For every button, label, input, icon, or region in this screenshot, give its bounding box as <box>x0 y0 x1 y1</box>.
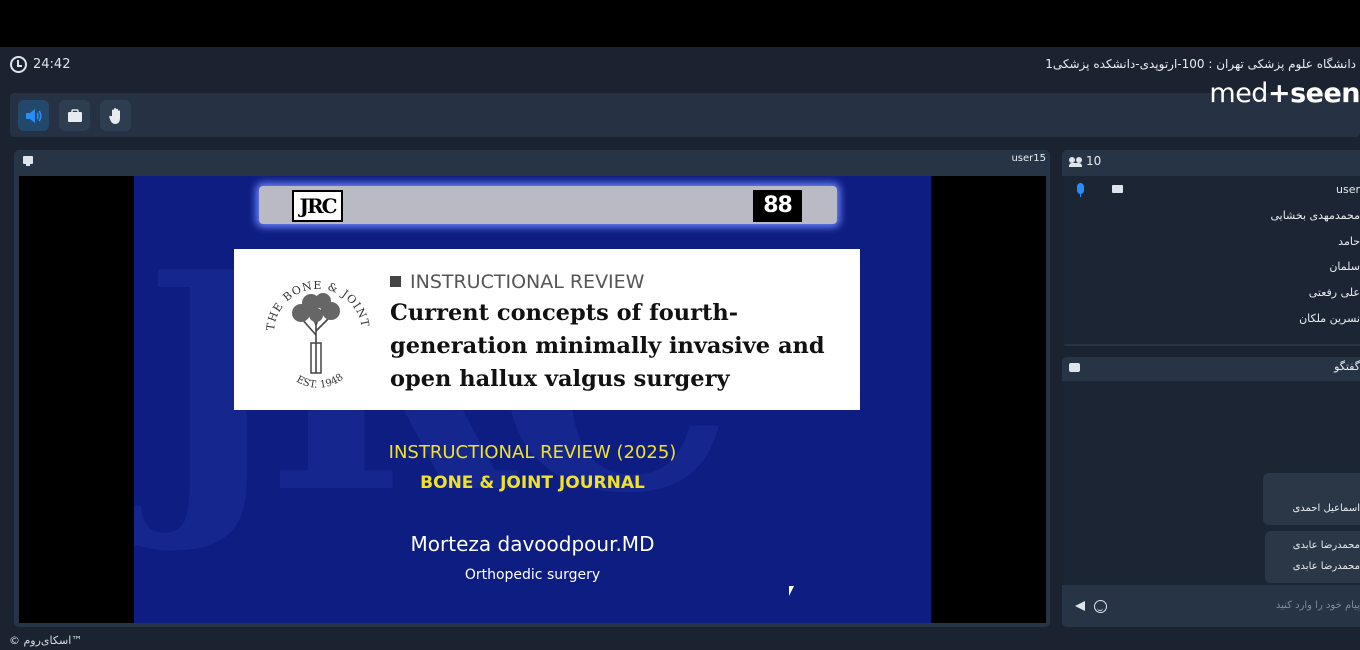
users-panel: 10 user محمدمهدی بخشایی حامد سلمان علی ر… <box>1062 150 1360 346</box>
chat-input[interactable]: پیام خود را وارد کنید <box>1276 600 1360 611</box>
brand-text-a: med <box>1209 78 1268 109</box>
chat-icon <box>1069 363 1080 372</box>
user-name: حامد <box>1338 235 1360 248</box>
screen-share-icon <box>67 108 82 122</box>
user-row[interactable]: علی رفعتی <box>1062 281 1360 305</box>
toolbar <box>10 93 1360 137</box>
video-panel-header: user15 <box>14 150 1050 170</box>
brand-plus-icon: + <box>1267 78 1291 109</box>
user-name: محمدمهدی بخشایی <box>1270 209 1360 222</box>
chat-panel: گفتگو اسماعیل احمدی محمدرضا عابدی محمدرض… <box>1062 357 1360 627</box>
app-root: 24:42 دانشگاه علوم پزشکی تهران : 100-ارت… <box>0 0 1360 650</box>
session-timer: 24:42 <box>10 56 70 73</box>
chat-title: گفتگو <box>1334 360 1360 373</box>
clock-icon <box>10 56 27 73</box>
users-panel-header: 10 <box>1062 150 1360 174</box>
user-row[interactable]: حامد <box>1062 230 1360 254</box>
medseen-logo: med+seen <box>1209 74 1360 114</box>
chat-input-bar: پیام خود را وارد کنید <box>1062 590 1360 624</box>
user-name: user <box>1336 183 1360 196</box>
review-label-text: INSTRUCTIONAL REVIEW <box>410 271 645 293</box>
users-count: 10 <box>1086 154 1102 168</box>
user-row[interactable]: user <box>1062 178 1360 202</box>
users-icon <box>1069 157 1083 167</box>
raise-hand-icon <box>108 107 120 124</box>
chat-messages: اسماعیل احمدی محمدرضا عابدی محمدرضا عابد… <box>1062 381 1360 585</box>
user-row[interactable]: سلمان <box>1062 255 1360 279</box>
presentation-slide: JRC JRC 88 THE BONE & JOINT JOURNAL EST.… <box>134 176 931 623</box>
chat-panel-header: گفتگو <box>1062 357 1360 379</box>
screen-icon <box>1112 185 1123 193</box>
slide-banner: JRC 88 <box>259 186 837 224</box>
author-name: Morteza davoodpour.MD <box>410 532 655 556</box>
video-panel: user15 JRC JRC 88 THE BONE & JOINT JOURN… <box>14 150 1050 627</box>
brand-text-b: seen <box>1290 78 1360 109</box>
letterbox-top <box>0 0 1360 47</box>
screen-share-button[interactable] <box>59 100 90 131</box>
svg-text:EST. 1948: EST. 1948 <box>294 372 345 391</box>
presenter-name: user15 <box>1011 153 1046 164</box>
raise-hand-button[interactable] <box>100 100 131 131</box>
chat-message-text: محمدرضا عابدی <box>1292 540 1360 551</box>
review-year: INSTRUCTIONAL REVIEW (2025) <box>388 442 677 463</box>
user-row[interactable]: نسرین ملکان <box>1062 307 1360 331</box>
send-icon[interactable] <box>1075 601 1085 611</box>
timer-value: 24:42 <box>33 57 71 72</box>
author-specialty: Orthopedic surgery <box>464 567 601 583</box>
user-name: علی رفعتی <box>1308 286 1360 299</box>
speaker-button[interactable] <box>18 100 49 131</box>
chat-message-sender: محمدرضا عابدی <box>1292 561 1360 572</box>
user-name: سلمان <box>1329 260 1360 273</box>
paper-title: Current concepts of fourth-generation mi… <box>390 300 825 392</box>
top-bar: 24:42 دانشگاه علوم پزشکی تهران : 100-ارت… <box>0 47 1360 83</box>
mouse-cursor-icon <box>789 586 794 596</box>
screen-icon <box>23 156 33 166</box>
microphone-icon <box>1077 183 1084 197</box>
chat-message-sender: اسماعیل احمدی <box>1292 503 1360 514</box>
journal-name: BONE & JOINT JOURNAL <box>420 473 645 493</box>
paper-header: THE BONE & JOINT JOURNAL EST. 1948 INSTR… <box>234 249 860 410</box>
user-name: نسرین ملکان <box>1299 312 1360 325</box>
emoji-icon[interactable] <box>1094 600 1107 613</box>
room-title: دانشگاه علوم پزشکی تهران : 100-ارتوپدی-د… <box>1045 57 1356 71</box>
speaker-icon <box>25 108 42 123</box>
video-stream[interactable]: JRC JRC 88 THE BONE & JOINT JOURNAL EST.… <box>19 176 1046 623</box>
user-row[interactable]: محمدمهدی بخشایی <box>1062 204 1360 228</box>
jrc-logo: JRC <box>292 190 343 222</box>
users-list: user محمدمهدی بخشایی حامد سلمان علی رفعت… <box>1062 176 1360 344</box>
footer-copyright: © اسکای‌روم™ <box>9 634 83 647</box>
review-label: INSTRUCTIONAL REVIEW <box>390 271 644 293</box>
university-logo: 88 <box>753 190 802 222</box>
chat-message: اسماعیل احمدی <box>1263 473 1360 525</box>
bullet-square-icon <box>390 276 401 287</box>
bone-joint-journal-seal: THE BONE & JOINT JOURNAL EST. 1948 <box>259 263 371 391</box>
chat-message: محمدرضا عابدی محمدرضا عابدی <box>1265 531 1360 583</box>
